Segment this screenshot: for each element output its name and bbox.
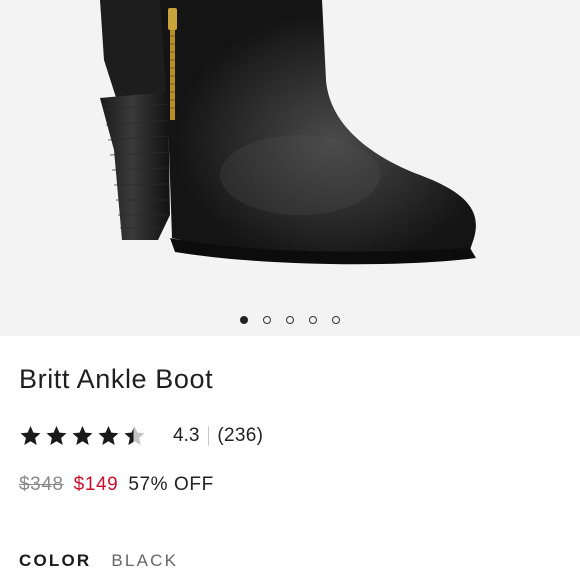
sale-price: $149 xyxy=(73,474,119,495)
carousel-dot-1[interactable] xyxy=(240,316,248,324)
color-label: COLOR xyxy=(19,551,92,570)
divider xyxy=(208,426,210,446)
rating-summary[interactable]: 4.3 (236) xyxy=(18,422,263,450)
star-rating xyxy=(18,424,147,448)
carousel-dot-3[interactable] xyxy=(286,316,294,324)
rating-value: 4.3 xyxy=(173,425,200,446)
product-title: Britt Ankle Boot xyxy=(19,364,214,394)
product-page: Britt Ankle Boot 4.3 (236) $348 $149 57%… xyxy=(0,0,580,580)
color-value: BLACK xyxy=(111,551,179,570)
star-half-icon xyxy=(124,426,145,445)
color-selector: COLOR BLACK xyxy=(19,551,178,571)
original-price: $348 xyxy=(19,474,64,495)
discount-badge: 57% OFF xyxy=(128,474,214,495)
review-count-link[interactable]: (236) xyxy=(217,425,263,447)
product-image-gallery[interactable] xyxy=(0,0,580,336)
carousel-dot-4[interactable] xyxy=(309,316,317,324)
carousel-dot-2[interactable] xyxy=(263,316,271,324)
carousel-dot-5[interactable] xyxy=(332,316,340,324)
star-icon xyxy=(98,426,119,445)
boot-image xyxy=(100,0,476,265)
star-icon xyxy=(20,426,41,445)
carousel-dots xyxy=(0,312,580,328)
price-block: $348 $149 57% OFF xyxy=(19,474,214,496)
star-icon xyxy=(72,426,93,445)
star-icon xyxy=(46,426,67,445)
